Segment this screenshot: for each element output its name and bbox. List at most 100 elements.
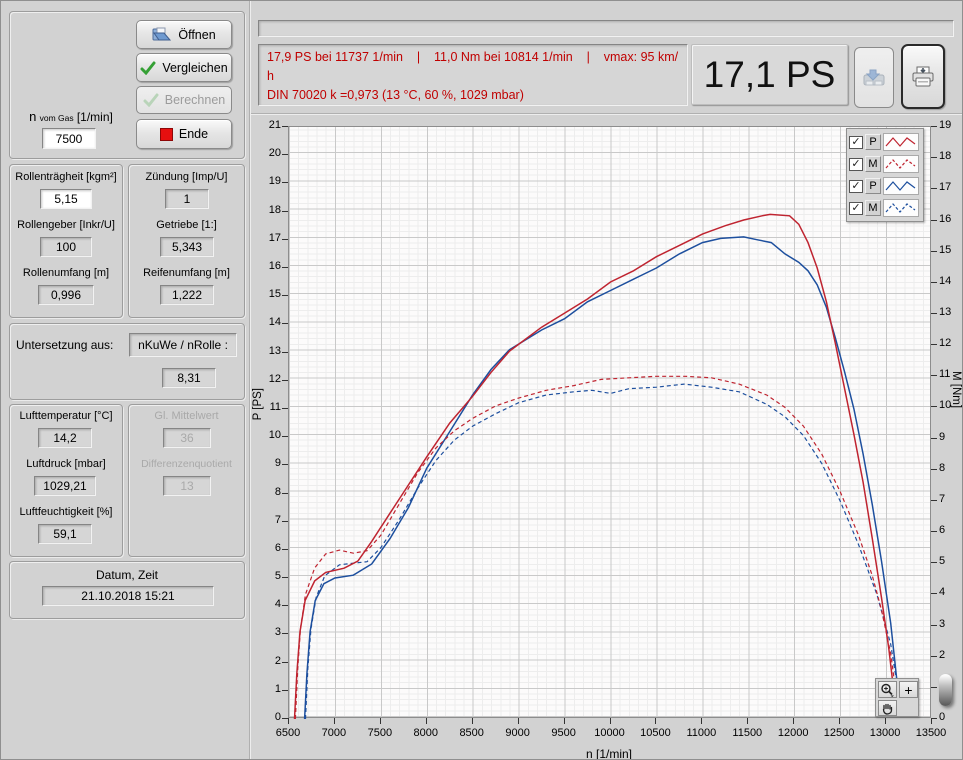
datetime-label: Datum, Zeit bbox=[10, 568, 244, 582]
y-right-tick-label: 15 bbox=[939, 244, 963, 256]
x-tick-label: 6500 bbox=[265, 727, 311, 739]
end-button[interactable]: Ende bbox=[136, 119, 232, 149]
datetime-value: 21.10.2018 15:21 bbox=[42, 586, 214, 606]
y-right-tick-mark bbox=[931, 625, 937, 626]
y-left-tick-label: 13 bbox=[255, 345, 281, 357]
y-right-tick-label: 2 bbox=[939, 649, 963, 661]
roller-encoder-value: 100 bbox=[40, 237, 92, 257]
y-left-tick-mark bbox=[282, 493, 288, 494]
print-button[interactable] bbox=[901, 44, 945, 109]
y-left-tick-mark bbox=[282, 154, 288, 155]
y-left-tick-mark bbox=[282, 662, 288, 663]
reduction-label: Untersetzung aus: bbox=[16, 338, 120, 352]
x-tick-mark bbox=[793, 718, 794, 724]
air-pressure-label: Luftdruck [mbar] bbox=[10, 458, 122, 470]
y-right-tick-mark bbox=[931, 656, 937, 657]
chart-region: P [PS] M [Nm] n [1/min] ✓P✓M✓P✓M + bbox=[251, 116, 963, 760]
gear-label: Getriebe [1:] bbox=[129, 219, 244, 231]
x-tick-label: 11000 bbox=[678, 727, 724, 739]
y-right-tick-mark bbox=[931, 469, 937, 470]
legend-line-sample[interactable] bbox=[883, 199, 919, 217]
calculate-button-label: Berechnen bbox=[165, 93, 225, 107]
y-left-tick-label: 16 bbox=[255, 260, 281, 272]
status-line-2: h bbox=[267, 67, 679, 86]
legend-line-sample[interactable] bbox=[883, 133, 919, 151]
y-left-tick-mark bbox=[282, 464, 288, 465]
x-tick-label: 8500 bbox=[449, 727, 495, 739]
end-button-label: Ende bbox=[179, 127, 208, 141]
checkmark-icon bbox=[140, 61, 156, 75]
zoom-tool-button[interactable] bbox=[878, 681, 897, 698]
x-tick-label: 8000 bbox=[403, 727, 449, 739]
x-tick-label: 13500 bbox=[908, 727, 954, 739]
air-pressure-value: 1029,21 bbox=[34, 476, 96, 496]
legend-series-label: M bbox=[865, 156, 881, 172]
legend-checkbox[interactable]: ✓ bbox=[849, 158, 863, 171]
file-path-field[interactable] bbox=[258, 20, 954, 37]
x-tick-mark bbox=[839, 718, 840, 724]
y-right-tick-label: 13 bbox=[939, 306, 963, 318]
compare-button[interactable]: Vergleichen bbox=[136, 53, 232, 82]
legend-line-sample[interactable] bbox=[883, 155, 919, 173]
calculate-button[interactable]: Berechnen bbox=[136, 86, 232, 114]
x-tick-mark bbox=[518, 718, 519, 724]
y-left-tick-label: 12 bbox=[255, 373, 281, 385]
legend-row: ✓M bbox=[849, 153, 921, 175]
rpm-input[interactable]: 7500 bbox=[42, 128, 96, 149]
y-left-tick-label: 19 bbox=[255, 175, 281, 187]
legend-line-sample[interactable] bbox=[883, 177, 919, 195]
x-tick-mark bbox=[655, 718, 656, 724]
plot-area[interactable] bbox=[288, 126, 931, 718]
cursor-tool-button[interactable]: + bbox=[899, 681, 918, 698]
open-button[interactable]: Öffnen bbox=[136, 20, 232, 49]
y-left-tick-label: 21 bbox=[255, 119, 281, 131]
x-tick-mark bbox=[288, 718, 289, 724]
plus-icon: + bbox=[904, 684, 912, 696]
x-tick-label: 10000 bbox=[587, 727, 633, 739]
reduction-source-selector[interactable]: nKuWe / nRolle : bbox=[129, 333, 237, 357]
y-left-tick-mark bbox=[282, 408, 288, 409]
printer-icon bbox=[910, 66, 936, 88]
legend-checkbox[interactable]: ✓ bbox=[849, 136, 863, 149]
x-tick-label: 12000 bbox=[770, 727, 816, 739]
y-right-tick-mark bbox=[931, 344, 937, 345]
datetime-group: Datum, Zeit 21.10.2018 15:21 bbox=[9, 561, 245, 619]
compare-button-label: Vergleichen bbox=[162, 61, 227, 75]
y-right-tick-mark bbox=[931, 531, 937, 532]
x-tick-mark bbox=[334, 718, 335, 724]
y-right-tick-label: 12 bbox=[939, 337, 963, 349]
dyno-app-window: n vom Gas [1/min] 7500 Öffnen Vergleiche… bbox=[0, 0, 963, 760]
scale-slider-knob[interactable] bbox=[939, 674, 952, 706]
y-right-tick-label: 11 bbox=[939, 368, 963, 380]
dyno-curves bbox=[289, 127, 932, 719]
smoothing-group: Gl. Mittelwert 36 Differenzenquotient 13 bbox=[128, 404, 245, 557]
humidity-value: 59,1 bbox=[38, 524, 92, 544]
y-left-tick-mark bbox=[282, 521, 288, 522]
pan-tool-button[interactable] bbox=[878, 700, 897, 716]
mean-label: Gl. Mittelwert bbox=[129, 410, 244, 422]
x-tick-mark bbox=[931, 718, 932, 724]
roller-group: Rollenträgheit [kgm²] 5,15 Rollengeber [… bbox=[9, 164, 123, 318]
save-button[interactable] bbox=[854, 47, 894, 108]
y-left-tick-label: 3 bbox=[255, 626, 281, 638]
y-left-tick-mark bbox=[282, 323, 288, 324]
y-left-tick-label: 4 bbox=[255, 598, 281, 610]
stop-square-icon bbox=[160, 128, 173, 141]
legend-checkbox[interactable]: ✓ bbox=[849, 202, 863, 215]
y-right-tick-label: 9 bbox=[939, 431, 963, 443]
x-tick-label: 9500 bbox=[541, 727, 587, 739]
legend-row: ✓P bbox=[849, 175, 921, 197]
series-P-red-solid bbox=[295, 214, 897, 719]
roller-inertia-input[interactable]: 5,15 bbox=[40, 189, 92, 209]
x-tick-label: 7500 bbox=[357, 727, 403, 739]
roller-encoder-label: Rollengeber [Inkr/U] bbox=[10, 219, 122, 231]
ignition-label: Zündung [Imp/U] bbox=[129, 171, 244, 183]
roller-circumference-value: 0,996 bbox=[38, 285, 94, 305]
x-tick-mark bbox=[380, 718, 381, 724]
x-axis-title: n [1/min] bbox=[529, 747, 689, 760]
legend-series-label: P bbox=[865, 178, 881, 194]
y-left-tick-label: 8 bbox=[255, 486, 281, 498]
y-left-tick-mark bbox=[282, 436, 288, 437]
legend-checkbox[interactable]: ✓ bbox=[849, 180, 863, 193]
y-left-tick-label: 10 bbox=[255, 429, 281, 441]
